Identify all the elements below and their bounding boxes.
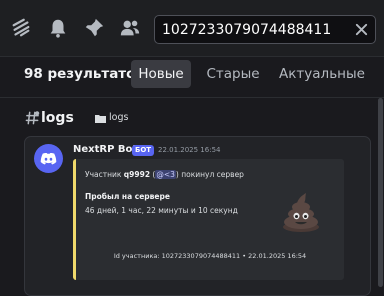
- avatar[interactable]: [34, 144, 63, 173]
- text-channel-icon: [25, 110, 40, 126]
- message-embed: Участник q9992 (@<3) покинул сервер Проб…: [73, 159, 344, 280]
- scrollbar-thumb[interactable]: [378, 98, 383, 287]
- results-count: 98 результатов: [24, 66, 144, 82]
- poop-emoji-icon: [279, 189, 323, 233]
- embed-suffix: ) покинул сервер: [175, 170, 244, 179]
- discord-logo-icon: [40, 152, 57, 165]
- top-toolbar: 1027233079074488411: [0, 0, 384, 57]
- search-query[interactable]: 1027233079074488411: [162, 22, 331, 38]
- close-icon[interactable]: [354, 22, 369, 37]
- tab-oldest[interactable]: Старые: [201, 60, 265, 88]
- user-mention[interactable]: @<3: [155, 170, 176, 179]
- message-timestamp: 22.01.2025 16:54: [158, 146, 221, 154]
- tab-newest[interactable]: Новые: [131, 60, 191, 88]
- members-icon[interactable]: [119, 17, 141, 39]
- embed-field-name: Пробыл на сервере: [85, 192, 170, 201]
- embed-prefix: Участник: [85, 170, 124, 179]
- bot-badge: БОТ: [132, 145, 155, 156]
- results-filter-bar: 98 результатов Новые Старые Актуальные: [0, 57, 384, 93]
- search-input[interactable]: 1027233079074488411: [154, 15, 376, 44]
- embed-field-value: 46 дней, 1 час, 22 минуты и 10 секунд: [85, 206, 238, 215]
- pin-icon[interactable]: [83, 17, 105, 39]
- embed-description: Участник q9992 (@<3) покинул сервер: [85, 170, 244, 179]
- bell-icon[interactable]: [47, 17, 69, 39]
- folder-icon: [95, 114, 106, 123]
- embed-username: q9992: [123, 170, 151, 179]
- channel-name[interactable]: logs: [41, 110, 74, 126]
- tab-relevant[interactable]: Актуальные: [276, 60, 368, 88]
- divider: [0, 97, 384, 98]
- threads-icon[interactable]: [10, 17, 32, 39]
- category-name: logs: [109, 112, 129, 123]
- scrollbar[interactable]: [378, 98, 383, 287]
- message-author[interactable]: NextRP Bot: [73, 144, 137, 155]
- search-result-message[interactable]: NextRP Bot БОТ 22.01.2025 16:54 Участник…: [24, 136, 371, 296]
- embed-footer: Id участника: 1027233079074488411 • 22.0…: [113, 252, 307, 260]
